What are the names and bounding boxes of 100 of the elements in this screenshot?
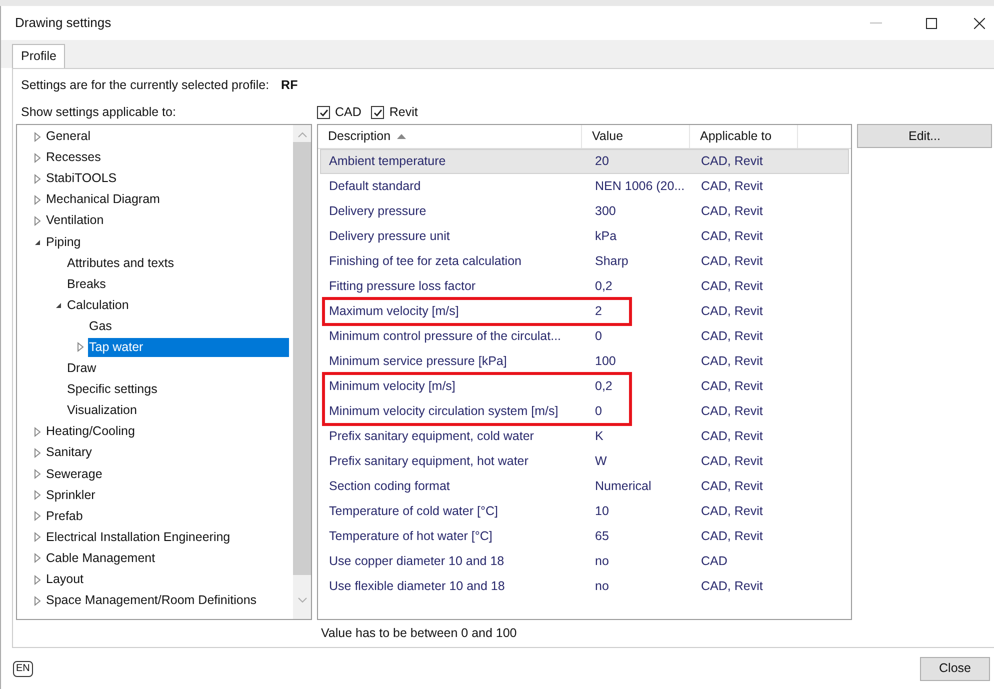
minimize-icon[interactable] [870,22,882,24]
collapsed-triangle-icon[interactable] [34,216,41,226]
close-button[interactable]: Close [920,656,990,680]
tree-item[interactable]: Draw [66,359,98,378]
table-row[interactable]: Fitting pressure loss factor 0,2 CAD, Revit [320,274,849,299]
checkbox[interactable] [371,106,384,119]
collapsed-triangle-icon[interactable] [34,194,41,205]
tree-item[interactable]: General [45,127,92,146]
window-title: Drawing settings [15,14,112,32]
tree-item[interactable]: Tap water [88,338,289,357]
table-row[interactable]: Ambient temperature 20 CAD, Revit [320,149,849,174]
expanded-triangle-icon[interactable] [34,238,41,246]
collapsed-triangle-icon[interactable] [34,426,41,437]
table-cell-text: CAD, Revit [700,228,764,246]
table-cell-text: K [594,428,604,446]
table-row[interactable]: Temperature of hot water [°C] 65 CAD, Revit [320,524,849,549]
table-row[interactable]: Minimum control pressure of the circulat... 0 CAD, Revit [320,324,849,349]
collapsed-triangle-icon[interactable] [34,553,41,564]
column-header[interactable]: Applicable to [690,125,798,148]
collapsed-triangle-icon[interactable] [34,174,41,184]
tree-item[interactable]: Sprinkler [45,486,96,505]
collapsed-triangle-icon[interactable] [34,152,41,163]
collapsed-triangle-icon[interactable] [34,469,41,480]
table-cell-text: no [594,578,610,596]
table-row[interactable]: Use copper diameter 10 and 18 no CAD [320,549,849,574]
table-cell-text: CAD, Revit [700,278,764,296]
edit-button[interactable]: Edit... [857,124,992,148]
table-row[interactable]: Maximum velocity [m/s] 2 CAD, Revit [320,299,849,324]
collapsed-triangle-icon[interactable] [34,490,41,500]
tree-item[interactable]: Attributes and texts [66,254,176,273]
column-header[interactable]: Description [318,125,582,148]
tree-item[interactable]: Ventilation [45,211,105,230]
column-header[interactable]: Value [582,125,690,148]
tree-item[interactable]: Sanitary [45,443,93,462]
tree-item[interactable]: Cable Management [45,548,156,568]
checkbox-label[interactable]: CAD [335,103,362,122]
tree-item[interactable]: Layout [45,570,85,590]
table-cell-text: CAD, Revit [700,378,764,396]
collapsed-triangle-icon[interactable] [34,132,41,142]
maximize-icon[interactable] [926,18,937,28]
collapsed-triangle-icon[interactable] [77,342,84,352]
table-cell-text: Section coding format [328,478,451,496]
table-cell-text: W [594,453,608,470]
table-row[interactable]: Use flexible diameter 10 and 18 no CAD, Revit [320,574,849,599]
collapsed-triangle-icon[interactable] [34,511,41,522]
scroll-down-icon[interactable] [298,597,306,603]
validation-message: Value has to be between 0 and 100 [321,625,517,642]
filter-label: Show settings applicable to: [21,104,177,122]
table-cell-text: CAD, Revit [700,153,764,170]
tree-item[interactable]: StabiTOOLS [45,169,118,188]
tree-item[interactable]: Sewerage [45,464,104,484]
tree-item[interactable]: Prefab [45,506,84,526]
table-cell-text: 65 [594,528,610,546]
tree-item[interactable]: Recesses [45,148,102,168]
tree-item[interactable]: Space Management/Room Definitions [45,591,258,610]
table-row[interactable]: Prefix sanitary equipment, cold water K CAD, Revit [320,424,849,449]
table-row[interactable]: Prefix sanitary equipment, hot water W CAD, Revit [320,449,849,474]
collapsed-triangle-icon[interactable] [34,596,41,606]
table-cell-text: CAD, Revit [700,478,764,496]
table-cell-text: NEN 1006 (20... [594,178,686,196]
table-row[interactable]: Minimum velocity [m/s] 0,2 CAD, Revit [320,374,849,399]
checkbox[interactable] [317,106,330,119]
collapsed-triangle-icon[interactable] [34,574,41,585]
table-row[interactable]: Finishing of tee for zeta calculation Sharp CAD, Revit [320,249,849,274]
profile-value: RF [281,76,298,94]
checkbox-label[interactable]: Revit [389,103,418,122]
table-row[interactable]: Default standard NEN 1006 (20... CAD, Revit [320,174,849,199]
tab[interactable]: Profile [12,44,66,68]
collapsed-triangle-icon[interactable] [34,448,41,458]
table-cell-text: Maximum velocity [m/s] [328,303,460,320]
tree-item[interactable]: Specific settings [66,380,158,400]
table-cell-text: Temperature of hot water [°C] [328,528,494,546]
table-cell-text: CAD, Revit [700,428,764,446]
table-cell-text: CAD, Revit [700,578,764,596]
tree-item[interactable]: Visualization [66,401,138,420]
tree-item[interactable]: Heating/Cooling [45,422,136,442]
table-row[interactable]: Delivery pressure unit kPa CAD, Revit [320,224,849,249]
table-cell-text: CAD, Revit [700,453,764,470]
close-icon[interactable] [974,18,985,28]
scroll-up-icon[interactable] [298,132,306,138]
tree-item[interactable]: Gas [88,316,113,336]
table-row[interactable]: Section coding format Numerical CAD, Revit [320,474,849,499]
table-row[interactable]: Temperature of cold water [°C] 10 CAD, Revit [320,499,849,524]
table-cell-text: Finishing of tee for zeta calculation [328,253,522,270]
table-cell-text: 2 [594,303,603,320]
tree-item[interactable]: Electrical Installation Engineering [45,528,232,547]
collapsed-triangle-icon[interactable] [34,532,41,542]
table-cell-text: 0 [594,403,603,420]
table-cell-text: Fitting pressure loss factor [328,278,477,296]
language-badge[interactable]: EN [13,660,33,676]
table-cell-text: 20 [594,153,610,170]
table-cell-text: Default standard [328,178,422,196]
tree-item[interactable]: Breaks [66,274,107,294]
expanded-triangle-icon[interactable] [55,302,62,309]
tree-item[interactable]: Piping [45,232,82,252]
tree-item[interactable]: Mechanical Diagram [45,190,161,210]
table-row[interactable]: Minimum velocity circulation system [m/s] 0 CAD, Revit [320,399,849,424]
table-row[interactable]: Minimum service pressure [kPa] 100 CAD, Revit [320,349,849,374]
table-row[interactable]: Delivery pressure 300 CAD, Revit [320,199,849,224]
tree-item[interactable]: Calculation [66,296,130,315]
